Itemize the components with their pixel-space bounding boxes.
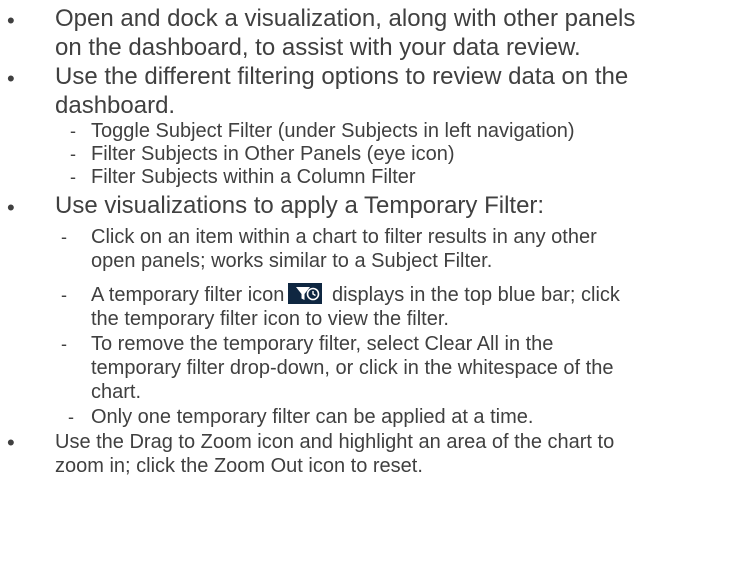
- sub-item-temp-filter-icon-line-1: A temporary filter icon displays in the …: [91, 283, 620, 307]
- temp-filter-text-after: displays in the top blue bar; click: [326, 284, 620, 306]
- sub-item-column-filter: Filter Subjects within a Column Filter: [91, 166, 416, 188]
- bullet-3-line-1: Use visualizations to apply a Temporary …: [55, 192, 545, 219]
- temp-filter-text-before: A temporary filter icon: [91, 284, 285, 306]
- bullet-marker: •: [7, 8, 15, 33]
- bullet-4-line-2: zoom in; click the Zoom Out icon to rese…: [55, 455, 423, 477]
- sub-item-temp-filter-icon-line-2: the temporary filter icon to view the fi…: [91, 308, 449, 330]
- sub-item-filter-other-panels: Filter Subjects in Other Panels (eye ico…: [91, 143, 455, 165]
- sub-item-remove-filter-line-1: To remove the temporary filter, select C…: [91, 333, 554, 355]
- sub-bullet-dash: -: [61, 285, 67, 305]
- sub-item-click-chart-line-1: Click on an item within a chart to filte…: [91, 226, 597, 248]
- sub-item-remove-filter-line-2: temporary filter drop-down, or click in …: [91, 357, 614, 379]
- bullet-4-line-1: Use the Drag to Zoom icon and highlight …: [55, 431, 615, 453]
- bullet-marker: •: [7, 430, 15, 455]
- filter-clock-icon: [288, 283, 323, 304]
- sub-item-toggle-subject-filter: Toggle Subject Filter (under Subjects in…: [91, 120, 575, 142]
- sub-bullet-dash: -: [61, 334, 67, 354]
- bullet-marker: •: [7, 195, 15, 220]
- sub-bullet-dash: -: [70, 167, 76, 187]
- sub-bullet-dash: -: [61, 227, 67, 247]
- bullet-1-line-1: Open and dock a visualization, along wit…: [55, 5, 636, 32]
- instruction-slide: • Open and dock a visualization, along w…: [0, 0, 731, 561]
- sub-bullet-dash: -: [68, 407, 74, 427]
- sub-bullet-dash: -: [70, 144, 76, 164]
- sub-bullet-dash: -: [70, 121, 76, 141]
- sub-item-click-chart-line-2: open panels; works similar to a Subject …: [91, 250, 493, 272]
- sub-item-remove-filter-line-3: chart.: [91, 381, 142, 403]
- bullet-1-line-2: on the dashboard, to assist with your da…: [55, 34, 581, 61]
- sub-item-one-filter: Only one temporary filter can be applied…: [91, 406, 534, 428]
- bullet-2-line-2: dashboard.: [55, 92, 176, 119]
- bullet-marker: •: [7, 66, 15, 91]
- bullet-2-line-1: Use the different filtering options to r…: [55, 63, 629, 90]
